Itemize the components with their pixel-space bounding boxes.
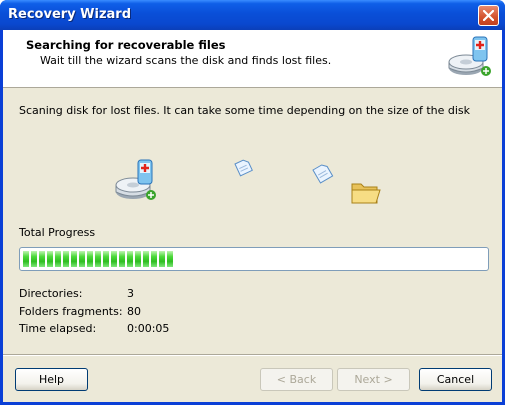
title-bar[interactable]: Recovery Wizard [0, 0, 505, 30]
progress-block [71, 251, 77, 267]
progress-block [55, 251, 61, 267]
stat-value: 80 [127, 305, 141, 318]
stat-value: 0:00:05 [127, 322, 170, 335]
progress-block [135, 251, 141, 267]
flying-file-icon [312, 164, 334, 184]
next-button[interactable]: Next > [337, 368, 410, 391]
progress-block [151, 251, 157, 267]
stat-label: Time elapsed: [19, 322, 97, 335]
progress-block [143, 251, 149, 267]
progress-block [63, 251, 69, 267]
total-progress-label: Total Progress [19, 226, 96, 239]
progress-block [119, 251, 125, 267]
progress-block [47, 251, 53, 267]
progress-block [31, 251, 37, 267]
footer-divider [3, 354, 502, 356]
wizard-header: Searching for recoverable files Wait til… [3, 30, 502, 88]
progress-fill [23, 251, 175, 267]
progress-block [95, 251, 101, 267]
page-subtitle: Wait till the wizard scans the disk and … [40, 54, 332, 67]
window-title: Recovery Wizard [8, 7, 132, 22]
help-button[interactable]: Help [15, 368, 88, 391]
scan-description: Scaning disk for lost files. It can take… [19, 104, 471, 117]
stat-label: Folders fragments: [19, 305, 123, 318]
cancel-button[interactable]: Cancel [419, 368, 492, 391]
wizard-body: Searching for recoverable files Wait til… [3, 30, 502, 402]
progress-block [87, 251, 93, 267]
folder-icon [351, 183, 381, 204]
disk-recovery-icon [448, 36, 491, 76]
recovery-wizard-window: Recovery Wizard Searching for recoverabl… [0, 0, 505, 405]
progress-block [79, 251, 85, 267]
stat-value: 3 [127, 287, 134, 300]
progress-block [167, 251, 173, 267]
stat-label: Directories: [19, 287, 83, 300]
total-progress-bar [19, 247, 489, 271]
progress-block [111, 251, 117, 267]
page-title: Searching for recoverable files [26, 38, 226, 52]
close-button[interactable] [478, 5, 499, 26]
progress-block [39, 251, 45, 267]
disk-icon [115, 159, 156, 200]
progress-block [159, 251, 165, 267]
back-button[interactable]: < Back [260, 368, 333, 391]
flying-file-icon [234, 159, 253, 177]
close-icon [483, 10, 494, 21]
progress-block [127, 251, 133, 267]
progress-block [23, 251, 29, 267]
progress-block [103, 251, 109, 267]
